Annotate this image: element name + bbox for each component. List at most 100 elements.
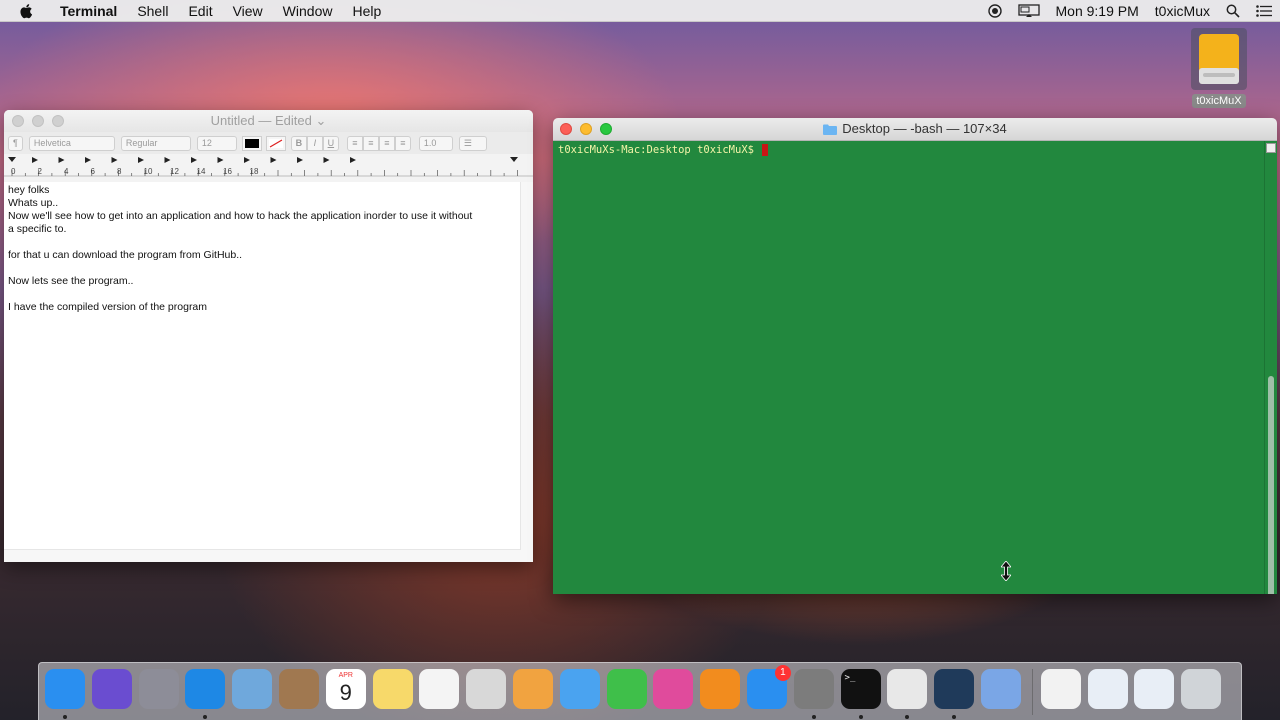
font-size-field[interactable]: 12 bbox=[196, 135, 237, 151]
menu-shell[interactable]: Shell bbox=[127, 3, 178, 19]
menu-edit[interactable]: Edit bbox=[178, 3, 222, 19]
ruler-tick-label: 12 bbox=[170, 167, 179, 176]
app-store-icon[interactable]: 1 bbox=[746, 665, 791, 709]
zoom-button[interactable] bbox=[600, 123, 612, 135]
menu-user[interactable]: t0xicMux bbox=[1155, 3, 1210, 19]
vertical-scrollbar[interactable] bbox=[520, 182, 533, 562]
window-title: Untitled bbox=[210, 113, 255, 128]
split-pane-icon[interactable] bbox=[1266, 143, 1276, 153]
window-title-suffix: — Edited bbox=[258, 113, 312, 128]
photos-icon[interactable] bbox=[512, 669, 553, 709]
running-indicator bbox=[811, 715, 816, 719]
ruler-tick-label: 8 bbox=[117, 167, 122, 176]
itunes-icon[interactable] bbox=[653, 669, 694, 709]
notification-badge: 1 bbox=[774, 665, 791, 681]
textedit-icon[interactable] bbox=[887, 669, 928, 719]
typeface-popup[interactable]: Regular bbox=[120, 135, 191, 151]
ibooks-icon[interactable] bbox=[700, 669, 741, 709]
notification-center-icon[interactable] bbox=[1256, 4, 1272, 17]
ruler-tick-label: 18 bbox=[250, 167, 259, 176]
title-chevron-down-icon[interactable]: ⌄ bbox=[315, 113, 326, 128]
finder-icon[interactable] bbox=[45, 669, 85, 719]
font-family-popup[interactable]: Helvetica bbox=[28, 135, 115, 151]
document-icon[interactable] bbox=[980, 669, 1021, 709]
align-left-icon[interactable]: ≡ bbox=[346, 135, 363, 151]
terminal-titlebar[interactable]: Desktop — -bash — 107×34 bbox=[553, 118, 1277, 141]
align-right-icon[interactable]: ≡ bbox=[378, 135, 395, 151]
ruler[interactable]: 0 2 4 6 8 10 12 14 16 18 bbox=[4, 154, 533, 183]
screenshot-stack-icon[interactable] bbox=[1134, 669, 1175, 709]
minimize-button[interactable] bbox=[32, 115, 44, 127]
text-line: a specific to. bbox=[8, 223, 67, 235]
minimize-button[interactable] bbox=[580, 123, 592, 135]
window-title: Desktop — -bash — 107×34 bbox=[842, 121, 1007, 136]
text-style-group: B I U bbox=[290, 135, 339, 151]
text-line bbox=[8, 262, 517, 275]
underline-button[interactable]: U bbox=[322, 135, 339, 151]
folder-icon bbox=[823, 124, 838, 135]
text-color-well[interactable] bbox=[241, 135, 262, 151]
horizontal-scrollbar[interactable] bbox=[4, 549, 521, 562]
text-line: I have the compiled version of the progr… bbox=[8, 301, 208, 313]
highlight-color-well[interactable] bbox=[265, 135, 286, 151]
menu-app-terminal[interactable]: Terminal bbox=[50, 3, 127, 19]
running-indicator bbox=[63, 715, 67, 719]
ruler-scale: 0 2 4 6 8 10 12 14 16 18 bbox=[4, 157, 533, 177]
dock-items: APR 9 1 >_ bbox=[45, 665, 1228, 719]
textedit-titlebar[interactable]: Untitled — Edited ⌄ bbox=[4, 110, 533, 132]
desktop-disk[interactable]: t0xicMuX bbox=[1188, 28, 1250, 109]
text-line bbox=[8, 288, 517, 301]
paragraph-style-popup[interactable]: ¶ bbox=[8, 135, 23, 151]
ruler-tick-label: 10 bbox=[144, 167, 153, 176]
line-spacing-popup[interactable]: 1.0 bbox=[418, 135, 453, 151]
spotlight-search-icon[interactable] bbox=[1226, 4, 1240, 18]
textedit-window: Untitled — Edited ⌄ ¶ Helvetica Regular … bbox=[4, 110, 533, 562]
scrollbar-thumb[interactable] bbox=[1268, 376, 1274, 594]
list-bullets-icon[interactable]: ☰ bbox=[458, 135, 487, 151]
siri-icon[interactable] bbox=[91, 669, 132, 709]
airplay-display-icon[interactable] bbox=[1017, 3, 1040, 18]
close-button[interactable] bbox=[560, 123, 572, 135]
close-button[interactable] bbox=[12, 115, 24, 127]
menu-clock[interactable]: Mon 9:19 PM bbox=[1056, 3, 1139, 19]
calendar-day: 9 bbox=[339, 680, 352, 705]
system-preferences-icon[interactable] bbox=[793, 669, 834, 719]
photo-booth-icon[interactable] bbox=[466, 669, 507, 709]
messages-icon[interactable] bbox=[559, 669, 600, 709]
calendar-icon[interactable]: APR 9 bbox=[325, 669, 366, 709]
mail-icon[interactable] bbox=[232, 669, 273, 709]
reminders-icon[interactable] bbox=[419, 669, 460, 709]
format-toolbar: ¶ Helvetica Regular 12 B I U ≡ ≡ ≡ ≡ 1.0… bbox=[4, 132, 533, 154]
terminal-icon[interactable]: >_ bbox=[840, 669, 881, 719]
quicktime-icon[interactable] bbox=[934, 669, 975, 719]
zoom-button[interactable] bbox=[52, 115, 64, 127]
alignment-group: ≡ ≡ ≡ ≡ bbox=[346, 135, 411, 151]
document-text-area[interactable]: hey folks Whats up.. Now we'll see how to … bbox=[4, 182, 521, 550]
trash-icon[interactable] bbox=[1181, 669, 1222, 709]
dock: APR 9 1 >_ bbox=[38, 662, 1242, 720]
bold-button[interactable]: B bbox=[290, 135, 307, 151]
disk-label: t0xicMuX bbox=[1192, 94, 1246, 108]
window-controls bbox=[560, 123, 620, 135]
align-justify-icon[interactable]: ≡ bbox=[394, 135, 411, 151]
apple-menu-icon[interactable] bbox=[18, 2, 36, 20]
external-drive-icon bbox=[1191, 28, 1247, 90]
text-line: Now we'll see how to get into an applica… bbox=[8, 210, 473, 222]
notes-icon[interactable] bbox=[372, 669, 413, 709]
italic-button[interactable]: I bbox=[306, 135, 323, 151]
menu-window[interactable]: Window bbox=[273, 3, 343, 19]
terminal-scrollbar[interactable] bbox=[1264, 141, 1277, 594]
terminal-output[interactable]: t0xicMuXs-Mac:Desktop t0xicMuX$ bbox=[553, 141, 1265, 594]
contacts-icon[interactable] bbox=[278, 669, 319, 709]
menu-help[interactable]: Help bbox=[342, 3, 391, 19]
documents-stack-icon[interactable] bbox=[1040, 669, 1081, 709]
launchpad-icon[interactable] bbox=[138, 669, 179, 709]
ruler-tick-label: 4 bbox=[64, 167, 69, 176]
facetime-icon[interactable] bbox=[606, 669, 647, 709]
text-line bbox=[8, 236, 517, 249]
menu-view[interactable]: View bbox=[223, 3, 273, 19]
screen-record-icon[interactable] bbox=[987, 3, 1002, 18]
downloads-stack-icon[interactable] bbox=[1087, 669, 1128, 709]
align-center-icon[interactable]: ≡ bbox=[362, 135, 379, 151]
safari-icon[interactable] bbox=[185, 669, 226, 719]
